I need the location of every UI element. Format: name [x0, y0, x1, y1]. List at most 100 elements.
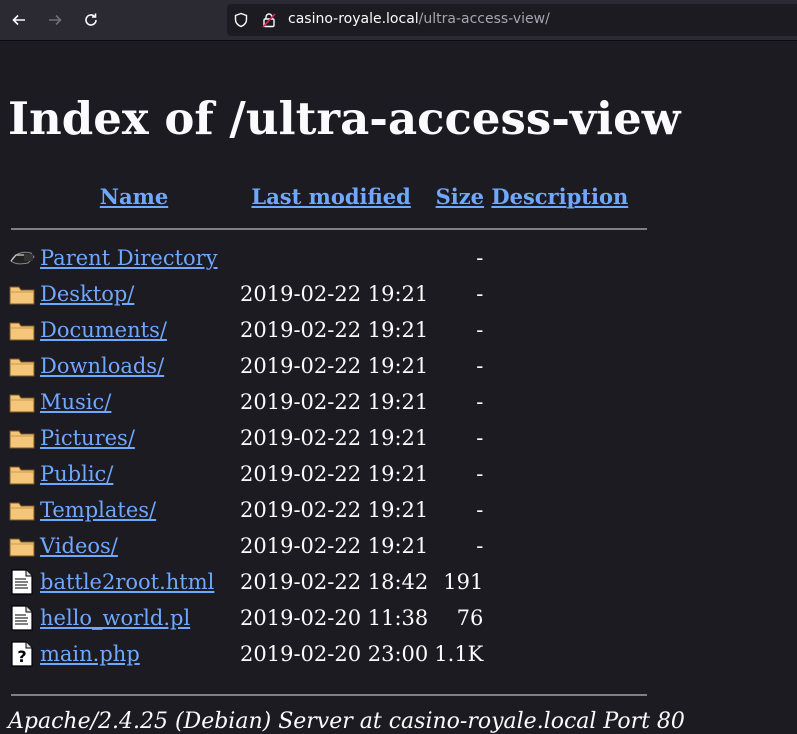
date-cell: 2019-02-22 19:21: [240, 426, 429, 450]
server-signature: Apache/2.4.25 (Debian) Server at casino-…: [8, 709, 685, 734]
reload-button[interactable]: [79, 8, 103, 32]
folder-icon: [8, 280, 36, 308]
description-cell: [489, 384, 630, 420]
description-cell: [489, 600, 630, 636]
size-cell: -: [476, 498, 484, 522]
table-row: Pictures/2019-02-22 19:21 -: [8, 420, 630, 456]
insecure-lock-icon[interactable]: [261, 12, 277, 28]
folder-icon: [8, 316, 36, 344]
icon-cell: [8, 564, 36, 600]
name-header: Name: [38, 174, 230, 218]
top-divider: [11, 228, 647, 230]
size-cell: -: [476, 390, 484, 414]
forward-button[interactable]: [43, 8, 67, 32]
icon-cell: [8, 276, 36, 312]
table-row: Desktop/2019-02-22 19:21 -: [8, 276, 630, 312]
entry-link[interactable]: main.php: [40, 642, 140, 666]
date-cell: 2019-02-20 23:00: [240, 642, 429, 666]
table-row: Public/2019-02-22 19:21 -: [8, 456, 630, 492]
folder-icon: [8, 424, 36, 452]
size-cell: -: [476, 246, 484, 270]
entry-link[interactable]: Parent Directory: [40, 246, 218, 270]
name-cell: Templates/: [38, 492, 230, 528]
browser-toolbar: casino-royale.local/ultra-access-view/: [0, 0, 797, 41]
folder-icon: [8, 460, 36, 488]
table-row: Templates/2019-02-22 19:21 -: [8, 492, 630, 528]
name-cell: Downloads/: [38, 348, 230, 384]
sort-by-last-modified-link[interactable]: Last modified: [251, 184, 410, 209]
folder-icon: [8, 532, 36, 560]
icon-cell: [8, 420, 36, 456]
url-host: casino-royale.local: [288, 11, 419, 27]
entry-link[interactable]: Pictures/: [40, 426, 135, 450]
reload-icon: [85, 13, 97, 26]
entry-link[interactable]: Downloads/: [40, 354, 164, 378]
date-cell: 2019-02-22 19:21: [240, 282, 429, 306]
table-row: Downloads/2019-02-22 19:21 -: [8, 348, 630, 384]
entry-link[interactable]: battle2root.html: [40, 570, 214, 594]
forward-arrow-icon: [49, 14, 62, 26]
back-arrow-icon: [12, 14, 25, 26]
back-button[interactable]: [7, 8, 31, 32]
description-cell: [489, 348, 630, 384]
icon-cell: [8, 600, 36, 636]
tracking-shield-icon[interactable]: [233, 12, 249, 28]
description-header: Description: [489, 174, 630, 218]
name-cell: main.php: [38, 636, 230, 672]
listing-body: Parent Directory - Desktop/2019-02-22 19:2…: [8, 240, 630, 672]
text-file-icon: [8, 604, 36, 632]
table-row: Parent Directory -: [8, 240, 630, 276]
description-cell: [489, 528, 630, 564]
sort-by-description-link[interactable]: Description: [491, 184, 628, 209]
description-cell: [489, 240, 630, 276]
name-cell: Videos/: [38, 528, 230, 564]
size-cell: -: [476, 318, 484, 342]
url-text[interactable]: casino-royale.local/ultra-access-view/: [288, 11, 550, 27]
size-cell: -: [476, 534, 484, 558]
entry-link[interactable]: hello_world.pl: [40, 606, 190, 630]
name-cell: battle2root.html: [38, 564, 230, 600]
description-cell: [489, 492, 630, 528]
date-cell: 2019-02-22 19:21: [240, 462, 429, 486]
date-cell: 2019-02-22 19:21: [240, 318, 429, 342]
unknown-file-icon: ?: [8, 640, 36, 668]
sort-by-name-link[interactable]: Name: [100, 184, 168, 209]
size-cell: 191: [443, 570, 484, 594]
name-cell: Parent Directory: [38, 240, 230, 276]
icon-cell: [8, 492, 36, 528]
icon-cell: [8, 528, 36, 564]
icon-cell: [8, 384, 36, 420]
svg-text:?: ?: [17, 647, 26, 666]
entry-link[interactable]: Videos/: [40, 534, 118, 558]
table-row: Videos/2019-02-22 19:21 -: [8, 528, 630, 564]
name-cell: hello_world.pl: [38, 600, 230, 636]
icon-cell: [8, 348, 36, 384]
name-cell: Desktop/: [38, 276, 230, 312]
entry-link[interactable]: Desktop/: [40, 282, 134, 306]
table-row: hello_world.pl 2019-02-20 11:38 76: [8, 600, 630, 636]
entry-link[interactable]: Public/: [40, 462, 113, 486]
description-cell: [489, 276, 630, 312]
description-cell: [489, 564, 630, 600]
size-cell: -: [476, 282, 484, 306]
size-cell: -: [476, 354, 484, 378]
icon-cell: [8, 312, 36, 348]
description-cell: [489, 456, 630, 492]
table-row: Music/2019-02-22 19:21 -: [8, 384, 630, 420]
entry-link[interactable]: Templates/: [40, 498, 156, 522]
bottom-divider: [11, 694, 647, 696]
date-cell: 2019-02-22 19:21: [240, 498, 429, 522]
name-cell: Public/: [38, 456, 230, 492]
date-cell: 2019-02-22 19:21: [240, 534, 429, 558]
description-cell: [489, 636, 630, 672]
date-cell: [232, 240, 430, 276]
name-cell: Music/: [38, 384, 230, 420]
folder-icon: [8, 352, 36, 380]
sort-by-size-link[interactable]: Size: [436, 184, 484, 209]
icon-cell: [8, 240, 36, 276]
entry-link[interactable]: Music/: [40, 390, 111, 414]
last-modified-header: Last modified: [232, 174, 430, 218]
icon-header: [8, 174, 36, 218]
entry-link[interactable]: Documents/: [40, 318, 167, 342]
url-bar[interactable]: casino-royale.local/ultra-access-view/: [227, 4, 797, 36]
